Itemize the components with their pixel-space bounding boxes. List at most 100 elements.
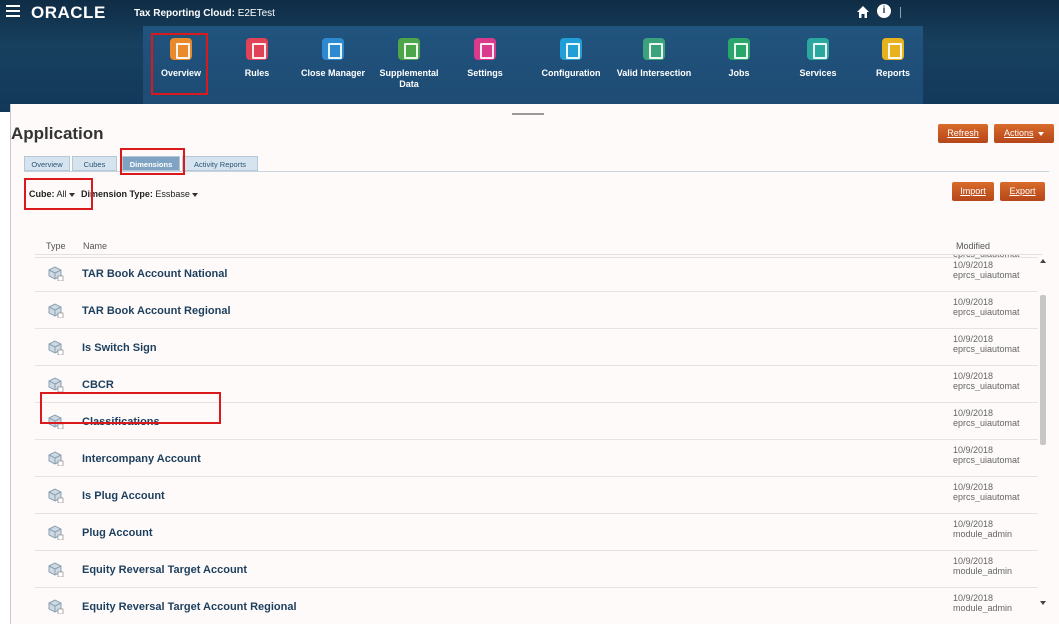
highlight-classifications-row	[40, 392, 221, 424]
row-modified-date: 10/9/2018	[953, 297, 994, 307]
row-modified: 10/9/2018 module_admin	[953, 593, 1037, 613]
table-row[interactable]: TAR Book Account Regional 10/9/2018 eprcs…	[35, 292, 1038, 329]
vertical-scrollbar[interactable]	[1039, 255, 1047, 613]
row-name[interactable]: Is Switch Sign	[82, 342, 157, 354]
nav-services[interactable]: Services	[780, 38, 856, 79]
table-row[interactable]: Is Plug Account 10/9/2018 eprcs_uiautomat	[35, 477, 1038, 514]
oracle-logo: ORACLE	[31, 3, 106, 22]
row-name[interactable]: CBCR	[82, 379, 114, 391]
column-header-name[interactable]: Name	[83, 241, 107, 251]
dimension-icon	[48, 266, 64, 281]
tab-overview[interactable]: Overview	[24, 156, 70, 171]
configuration-icon	[560, 38, 582, 60]
nav-jobs-label: Jobs	[728, 68, 750, 78]
actions-button[interactable]: Actions	[994, 124, 1054, 143]
table-row[interactable]: Equity Reversal Target Account Regional …	[35, 588, 1038, 618]
row-modified-date: 10/9/2018	[953, 482, 994, 492]
column-header-modified[interactable]: Modified	[956, 241, 990, 251]
actions-button-label: Actions	[1003, 128, 1034, 138]
table-row[interactable]: TAR Book Account National 10/9/2018 eprcs…	[35, 255, 1038, 292]
scrollbar-thumb[interactable]	[1040, 295, 1046, 445]
supplemental-data-icon	[398, 38, 420, 60]
row-modified: 10/9/2018 module_admin	[953, 519, 1037, 539]
nav-configuration[interactable]: Configuration	[533, 38, 609, 79]
settings-icon	[474, 38, 496, 60]
row-name[interactable]: Equity Reversal Target Account Regional	[82, 601, 297, 613]
scroll-up-icon[interactable]	[1040, 259, 1046, 263]
jobs-icon	[728, 38, 750, 60]
tab-activity-reports[interactable]: Activity Reports	[182, 156, 258, 171]
dimension-type-dropdown[interactable]: Essbase	[155, 189, 198, 199]
close-manager-icon	[322, 38, 344, 60]
nav-valid-intersection-label: Valid Intersection	[616, 68, 692, 78]
row-modified-date: 10/9/2018	[953, 593, 994, 603]
row-modified-user: eprcs_uiautomat	[953, 344, 1020, 354]
table-row[interactable]: Is Switch Sign 10/9/2018 eprcs_uiautomat	[35, 329, 1038, 366]
scroll-down-icon[interactable]	[1040, 601, 1046, 605]
nav-settings-label: Settings	[467, 68, 503, 78]
dimension-icon	[48, 525, 64, 540]
row-modified: 10/9/2018 eprcs_uiautomat	[953, 445, 1037, 465]
row-modified-date: 10/9/2018	[953, 371, 994, 381]
export-button[interactable]: Export	[1000, 182, 1045, 201]
table-row[interactable]: Intercompany Account 10/9/2018 eprcs_uiau…	[35, 440, 1038, 477]
valid-intersection-icon	[643, 38, 665, 60]
nav-jobs[interactable]: Jobs	[701, 38, 777, 79]
accessibility-icon[interactable]: i	[877, 4, 891, 18]
row-modified: 10/9/2018 eprcs_uiautomat	[953, 297, 1037, 317]
topbar-divider	[900, 7, 901, 18]
reports-icon	[882, 38, 904, 60]
navigator-bar: Overview Rules Close Manager Supplementa…	[143, 26, 923, 112]
nav-supplemental-data[interactable]: Supplemental Data	[371, 38, 447, 90]
row-name[interactable]: TAR Book Account Regional	[82, 305, 231, 317]
tab-cubes[interactable]: Cubes	[72, 156, 117, 171]
nav-services-label: Services	[799, 68, 837, 78]
nav-settings[interactable]: Settings	[447, 38, 523, 79]
nav-supplemental-data-label: Supplemental Data	[379, 68, 439, 89]
row-modified: 10/9/2018 eprcs_uiautomat	[953, 371, 1037, 391]
top-bar: ORACLE Tax Reporting Cloud: E2ETest i	[0, 0, 1059, 26]
row-name[interactable]: Plug Account	[82, 527, 152, 539]
row-modified-user: eprcs_uiautomat	[953, 270, 1020, 280]
nav-valid-intersection[interactable]: Valid Intersection	[616, 38, 692, 79]
dimension-icon	[48, 377, 64, 392]
row-modified: 10/9/2018 eprcs_uiautomat	[953, 482, 1037, 502]
page-title: Application	[11, 124, 104, 143]
refresh-button-label: Refresh	[947, 128, 979, 138]
refresh-button[interactable]: Refresh	[938, 124, 988, 143]
nav-rules-label: Rules	[244, 68, 270, 78]
app-title: Tax Reporting Cloud: E2ETest	[134, 8, 275, 19]
dimension-icon	[48, 340, 64, 355]
row-modified-user: module_admin	[953, 566, 1013, 576]
highlight-dimensions-tab	[120, 148, 185, 175]
row-modified-date: 10/9/2018	[953, 334, 994, 344]
dimension-type-value: Essbase	[155, 189, 190, 199]
services-icon	[807, 38, 829, 60]
import-button[interactable]: Import	[952, 182, 994, 201]
row-modified-user: module_admin	[953, 529, 1013, 539]
nav-close-manager-label: Close Manager	[300, 68, 366, 78]
table-row[interactable]: Equity Reversal Target Account 10/9/2018…	[35, 551, 1038, 588]
chevron-down-icon	[1038, 131, 1045, 136]
row-modified: 10/9/2018 module_admin	[953, 556, 1037, 576]
panel-drag-handle[interactable]	[512, 113, 544, 115]
nav-rules[interactable]: Rules	[219, 38, 295, 79]
dimensions-table: eprcs_uiautomat TAR Book Account Nationa…	[35, 254, 1042, 618]
nav-reports[interactable]: Reports	[855, 38, 931, 79]
nav-close-manager[interactable]: Close Manager	[295, 38, 371, 79]
chevron-down-icon	[191, 192, 198, 197]
hamburger-menu-icon[interactable]	[6, 5, 20, 17]
dimension-icon	[48, 599, 64, 614]
row-name[interactable]: Intercompany Account	[82, 453, 201, 465]
row-name[interactable]: Is Plug Account	[82, 490, 165, 502]
row-name[interactable]: Equity Reversal Target Account	[82, 564, 247, 576]
row-modified-date: 10/9/2018	[953, 408, 994, 418]
column-header-type[interactable]: Type	[46, 241, 66, 251]
row-modified: 10/9/2018 eprcs_uiautomat	[953, 408, 1037, 428]
row-modified-date: 10/9/2018	[953, 556, 994, 566]
nav-reports-label: Reports	[875, 68, 910, 78]
row-name[interactable]: TAR Book Account National	[82, 268, 227, 280]
table-row[interactable]: Plug Account 10/9/2018 module_admin	[35, 514, 1038, 551]
environment-name: E2ETest	[237, 8, 275, 19]
home-icon[interactable]	[856, 5, 870, 19]
